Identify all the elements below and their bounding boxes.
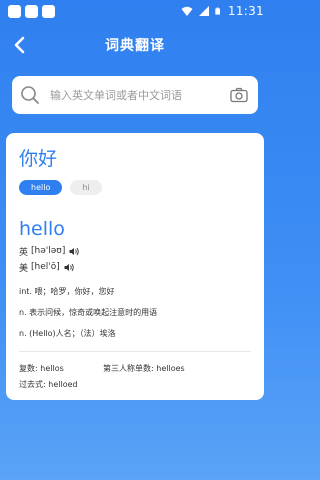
- status-bar: 11:31: [0, 0, 270, 22]
- camera-icon: [230, 87, 248, 103]
- camera-button[interactable]: [228, 84, 250, 106]
- plural-form: 复数: hellos: [19, 363, 103, 374]
- page-title: 词典翻译: [105, 38, 165, 54]
- translation-chips: hello hi: [19, 180, 251, 195]
- word-forms-row: 过去式: helloed: [19, 379, 251, 390]
- signal-icon: [198, 6, 209, 16]
- form-value: helloes: [156, 364, 185, 373]
- headword: hello: [19, 218, 65, 240]
- phonetic-text: [hə'ləʊ]: [31, 246, 66, 256]
- battery-icon: [215, 7, 220, 15]
- status-indicators: 11:31: [181, 4, 264, 18]
- notification-icon: [8, 4, 21, 18]
- phonetic-uk: 英 [hə'ləʊ]: [19, 244, 251, 258]
- query-word: 你好: [19, 148, 58, 170]
- divider: [19, 351, 251, 352]
- form-value: hellos: [40, 364, 64, 373]
- definition-line: n. (Hello)人名；（法）埃洛: [19, 329, 116, 338]
- chevron-left-icon: [14, 36, 25, 54]
- speaker-icon[interactable]: [69, 247, 80, 256]
- back-button[interactable]: [8, 32, 32, 58]
- definition-line: n. 表示问候，惊奇或唤起注意时的用语: [19, 308, 158, 317]
- form-value: helloed: [48, 380, 78, 389]
- status-time: 11:31: [227, 4, 264, 18]
- search-icon: [21, 86, 39, 104]
- third-person-form: 第三人称单数: helloes: [103, 363, 185, 374]
- search-input[interactable]: [48, 87, 228, 103]
- phonetic-us: 美 [hel'ō]: [19, 260, 251, 274]
- form-label: 第三人称单数:: [103, 364, 154, 373]
- notification-icon: [25, 4, 38, 18]
- definition-line: int. 喂；哈罗，你好，您好: [19, 287, 115, 296]
- form-label: 过去式:: [19, 380, 46, 389]
- chip-hello[interactable]: hello: [19, 180, 63, 195]
- phonetic-label: 英: [19, 247, 29, 258]
- phonetic-text: [hel'ō]: [31, 262, 60, 272]
- top-bar: 词典翻译: [0, 28, 270, 62]
- chip-hi[interactable]: hi: [70, 180, 102, 195]
- search-bar[interactable]: [12, 76, 258, 114]
- form-label: 复数:: [19, 364, 38, 373]
- speaker-icon[interactable]: [64, 263, 75, 272]
- word-forms-row: 复数: hellos 第三人称单数: helloes: [19, 363, 251, 374]
- phonetic-label: 美: [19, 263, 29, 274]
- wifi-icon: [181, 6, 193, 16]
- result-card: 你好 hello hi hello 英 [hə'ləʊ] 美 [hel'ō] i…: [6, 133, 264, 400]
- notification-icons: [8, 4, 55, 18]
- notification-icon: [42, 4, 55, 18]
- past-form: 过去式: helloed: [19, 379, 103, 390]
